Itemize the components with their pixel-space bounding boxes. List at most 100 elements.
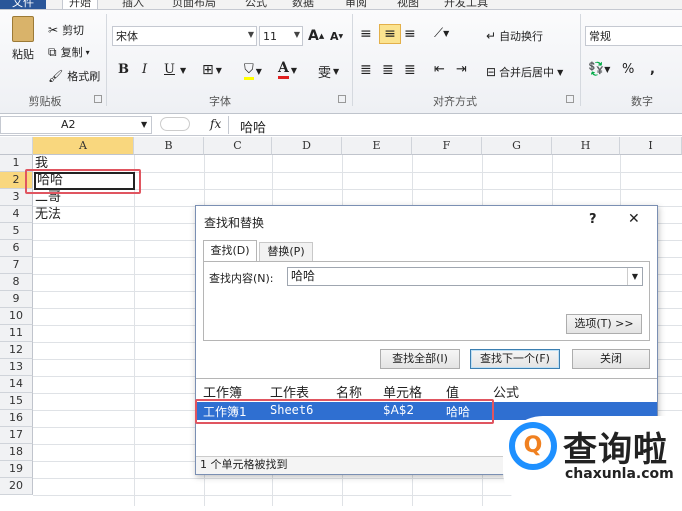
border-grid-icon: ⊞ (202, 62, 214, 78)
row-header[interactable]: 18 (0, 444, 33, 461)
tab-data[interactable]: 数据 (292, 0, 314, 9)
column-header-a[interactable]: A (33, 137, 134, 155)
column-header-f[interactable]: F (412, 137, 482, 155)
select-all-corner[interactable] (0, 137, 33, 155)
find-what-label: 查找内容(N): (209, 272, 274, 285)
find-next-button[interactable]: 查找下一个(F) (470, 349, 560, 369)
cell-a4[interactable]: 无法 (35, 206, 61, 223)
chevron-down-icon: ▾ (85, 47, 90, 57)
chevron-down-icon: ▼ (443, 29, 450, 38)
column-header-i[interactable]: I (620, 137, 682, 155)
formula-input[interactable]: 哈哈 (240, 117, 266, 136)
row-header[interactable]: 5 (0, 223, 33, 240)
close-button[interactable]: 关闭 (572, 349, 650, 369)
ribbon: 粘贴 ✂ 剪切 ⧉ 复制 ▾ 🖌 格式刷 剪贴板 宋体 ▼ 11 ▼ A ▲ A ▼ B I U… (0, 10, 682, 114)
underline-button[interactable]: U (164, 62, 175, 77)
column-header-h[interactable]: H (552, 137, 620, 155)
align-middle-button[interactable]: ≡ (379, 24, 401, 44)
find-what-input[interactable]: 哈哈 ▼ (287, 267, 643, 286)
tab-review[interactable]: 审阅 (345, 0, 367, 9)
column-header-d[interactable]: D (272, 137, 342, 155)
borders-button[interactable]: ⊞ ▼ (202, 62, 222, 78)
column-header-b[interactable]: B (134, 137, 204, 155)
chevron-down-icon: ▼ (604, 65, 611, 74)
accounting-format-button[interactable]: 💱 ▼ (588, 62, 610, 77)
tab-insert[interactable]: 插入 (122, 0, 144, 9)
number-format-select[interactable]: 常规 (585, 26, 682, 46)
row-header[interactable]: 8 (0, 274, 33, 291)
row-header[interactable]: 11 (0, 325, 33, 342)
percent-button[interactable]: % (622, 62, 634, 77)
chevron-down-icon[interactable]: ▼ (627, 268, 642, 285)
column-header-c[interactable]: C (204, 137, 272, 155)
format-painter-button[interactable]: 🖌 格式刷 (48, 68, 100, 84)
align-left-button[interactable]: ≣ (360, 62, 372, 78)
row-header[interactable]: 14 (0, 376, 33, 393)
column-header-e[interactable]: E (342, 137, 412, 155)
row-header[interactable]: 15 (0, 393, 33, 410)
row-header[interactable]: 6 (0, 240, 33, 257)
shrink-font-button[interactable]: A ▼ (330, 30, 343, 43)
align-top-button[interactable]: ≡ (360, 26, 372, 42)
tab-formulas[interactable]: 公式 (245, 0, 267, 9)
font-size-select[interactable]: 11 ▼ (259, 26, 303, 46)
find-all-button[interactable]: 查找全部(I) (380, 349, 460, 369)
scissors-icon: ✂ (48, 23, 59, 37)
cut-label: 剪切 (62, 24, 85, 37)
tab-developer[interactable]: 开发工具 (444, 0, 488, 9)
tab-view[interactable]: 视图 (397, 0, 419, 9)
font-color-button[interactable]: A ▼ (278, 60, 297, 79)
row-header[interactable]: 12 (0, 342, 33, 359)
italic-button[interactable]: I (142, 62, 147, 77)
align-right-button[interactable]: ≣ (404, 62, 416, 78)
align-center-button[interactable]: ≣ (382, 62, 394, 78)
tab-page-layout[interactable]: 页面布局 (172, 0, 216, 9)
dialog-launcher-icon[interactable] (566, 95, 574, 103)
merge-center-button[interactable]: ⊟ 合并后居中 ▼ (486, 64, 563, 80)
font-name-select[interactable]: 宋体 ▼ (112, 26, 257, 46)
row-header[interactable]: 16 (0, 410, 33, 427)
align-bottom-button[interactable]: ≡ (404, 26, 416, 42)
column-header-g[interactable]: G (482, 137, 552, 155)
orientation-button[interactable]: ⟋ ▼ (434, 26, 449, 41)
tab-replace[interactable]: 替换(P) (259, 242, 313, 261)
row-header[interactable]: 13 (0, 359, 33, 376)
formula-bar-resize-handle[interactable] (160, 117, 190, 131)
row-header[interactable]: 9 (0, 291, 33, 308)
tab-home[interactable]: 开始 (62, 0, 98, 9)
chevron-down-icon: ▼ (293, 30, 300, 39)
merge-icon: ⊟ (486, 65, 497, 79)
tab-file[interactable]: 文件 (0, 0, 46, 9)
options-button[interactable]: 选项(T) >> (566, 314, 642, 334)
name-box[interactable]: A2 ▼ (0, 116, 152, 134)
row-header[interactable]: 17 (0, 427, 33, 444)
chevron-down-icon[interactable]: ▼ (180, 66, 186, 75)
row-header[interactable]: 10 (0, 308, 33, 325)
cut-button[interactable]: ✂ 剪切 (48, 22, 84, 38)
dialog-launcher-icon[interactable] (94, 95, 102, 103)
tab-find[interactable]: 查找(D) (203, 240, 257, 262)
row-header[interactable]: 20 (0, 478, 33, 495)
row-header[interactable]: 19 (0, 461, 33, 478)
insert-function-icon[interactable]: fx (210, 117, 221, 131)
chevron-down-icon: ▼ (333, 67, 340, 76)
help-icon[interactable]: ? (589, 212, 597, 227)
wrap-text-button[interactable]: ↵ 自动换行 (486, 28, 543, 44)
comma-button[interactable]: , (650, 62, 655, 77)
fill-color-button[interactable]: ⛉ ▼ (244, 62, 262, 80)
chevron-down-icon: ▼ (141, 120, 148, 129)
close-icon[interactable]: ✕ (628, 211, 640, 227)
results-header-formula[interactable]: 公式 (493, 382, 519, 401)
increase-indent-button[interactable]: ⇥ (456, 62, 467, 77)
dialog-launcher-icon[interactable] (338, 95, 346, 103)
grow-font-button[interactable]: A ▲ (308, 28, 324, 44)
decrease-indent-button[interactable]: ⇤ (434, 62, 445, 77)
phonetic-button[interactable]: 雯 ▼ (318, 62, 339, 81)
copy-button[interactable]: ⧉ 复制 ▾ (48, 44, 90, 60)
bold-button[interactable]: B (118, 62, 129, 77)
font-name-value: 宋体 (116, 30, 138, 43)
row-header[interactable]: 4 (0, 206, 33, 223)
gridline (134, 155, 135, 506)
row-header[interactable]: 7 (0, 257, 33, 274)
paste-button[interactable]: 粘贴 (8, 16, 38, 62)
